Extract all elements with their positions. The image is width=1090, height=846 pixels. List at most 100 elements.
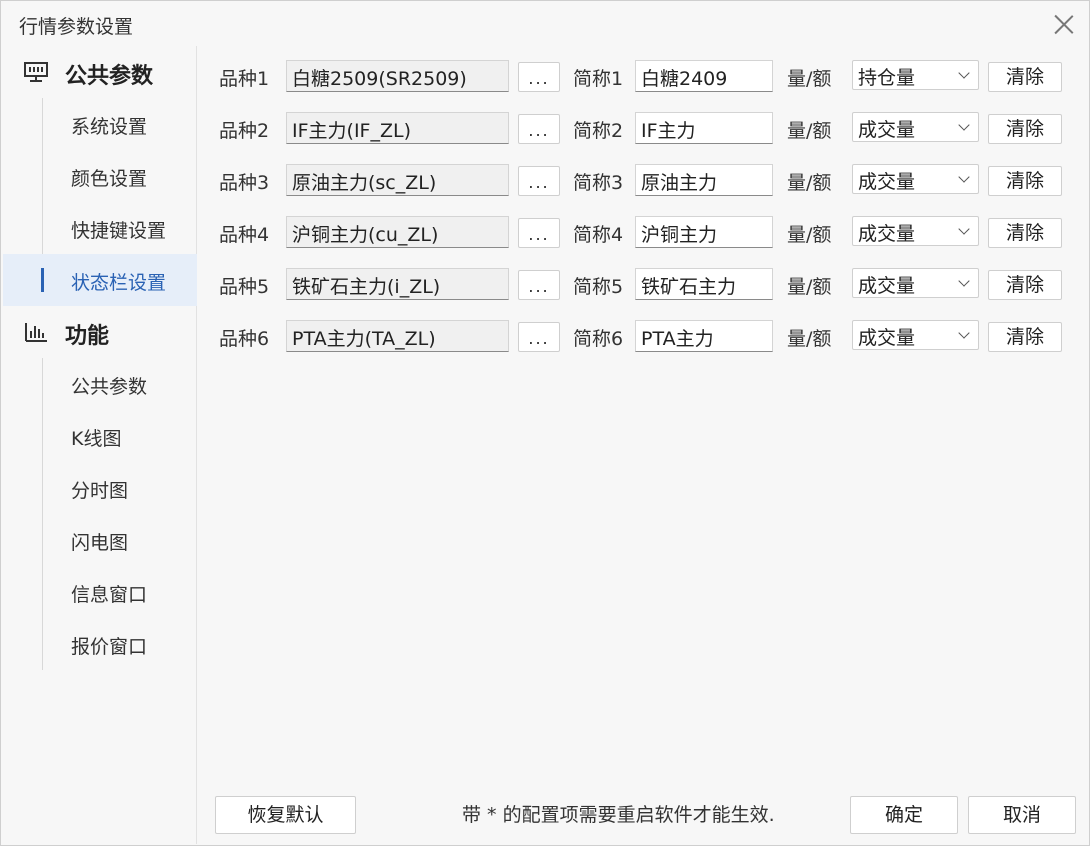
abbr-input[interactable]: 白糖2409	[635, 60, 773, 92]
variety-label: 品种3	[219, 172, 270, 194]
variety-field[interactable]: IF主力(IF_ZL)	[286, 112, 509, 144]
qty-select[interactable]: 成交量	[852, 320, 979, 350]
qty-select[interactable]: 成交量	[852, 164, 979, 194]
variety-row: 品种3 原油主力(sc_ZL)... 简称3 原油主力 量/额 成交量 清除	[198, 150, 1089, 202]
title-bar: 行情参数设置	[1, 1, 1089, 46]
browse-button[interactable]: ...	[518, 62, 560, 92]
abbr-label: 简称4	[573, 224, 624, 246]
clear-button[interactable]: 清除	[988, 166, 1062, 196]
qty-select[interactable]: 成交量	[852, 216, 979, 246]
sidebar: 公共参数 系统设置 颜色设置 快捷键设置 状态栏设置 功能 公共参数 K线图 分…	[3, 46, 197, 844]
abbr-input[interactable]: 铁矿石主力	[635, 268, 773, 300]
abbr-label: 简称5	[573, 276, 624, 298]
sidebar-item-quote-window[interactable]: 报价窗口	[3, 618, 197, 670]
restart-note: 带 * 的配置项需要重启软件才能生效.	[462, 804, 775, 826]
sidebar-item-func-public-params[interactable]: 公共参数	[3, 358, 197, 410]
qty-select[interactable]: 持仓量	[852, 60, 979, 90]
qty-select-value: 持仓量	[858, 67, 916, 89]
main-content: 品种1 白糖2509(SR2509)... 简称1 白糖2409 量/额 持仓量 清除 品种2…	[198, 46, 1089, 844]
qty-label: 量/额	[787, 172, 832, 194]
settings-dialog: 行情参数设置 公共参数 系统设置 颜色设置 快捷键设置 状态栏设置 功能 公共参…	[0, 0, 1090, 846]
sidebar-item-flash-chart[interactable]: 闪电图	[3, 514, 197, 566]
variety-field[interactable]: 原油主力(sc_ZL)	[286, 164, 509, 196]
sidebar-item-label: 快捷键设置	[71, 220, 167, 242]
sidebar-item-label: 系统设置	[71, 116, 148, 138]
sidebar-group-label: 功能	[65, 324, 110, 349]
browse-button[interactable]: ...	[518, 322, 560, 352]
bar-chart-icon	[25, 323, 47, 342]
variety-field[interactable]: 铁矿石主力(i_ZL)	[286, 268, 509, 300]
abbr-input[interactable]: 原油主力	[635, 164, 773, 196]
qty-select[interactable]: 成交量	[852, 268, 979, 298]
chevron-down-icon	[958, 275, 970, 287]
variety-label: 品种1	[219, 68, 270, 90]
sidebar-item-label: 报价窗口	[71, 636, 148, 658]
variety-row: 品种6 PTA主力(TA_ZL)... 简称6 PTA主力 量/额 成交量 清除	[198, 306, 1089, 358]
sidebar-item-label: 信息窗口	[71, 584, 148, 606]
qty-select-value: 成交量	[858, 171, 916, 193]
sidebar-item-label: 状态栏设置	[71, 272, 167, 294]
clear-button[interactable]: 清除	[988, 218, 1062, 248]
chevron-down-icon	[958, 223, 970, 235]
chevron-down-icon	[958, 119, 970, 131]
clear-button[interactable]: 清除	[988, 270, 1062, 300]
variety-label: 品种5	[219, 276, 270, 298]
sidebar-group-public-params[interactable]: 公共参数	[3, 46, 197, 98]
qty-label: 量/额	[787, 276, 832, 298]
abbr-label: 简称6	[573, 328, 624, 350]
sidebar-item-info-window[interactable]: 信息窗口	[3, 566, 197, 618]
close-icon[interactable]	[1053, 13, 1075, 35]
variety-row: 品种1 白糖2509(SR2509)... 简称1 白糖2409 量/额 持仓量 清除	[198, 46, 1089, 98]
abbr-label: 简称2	[573, 120, 624, 142]
qty-select-value: 成交量	[858, 327, 916, 349]
ok-button[interactable]: 确定	[850, 796, 958, 834]
abbr-label: 简称1	[573, 68, 624, 90]
sidebar-item-label: 公共参数	[71, 376, 148, 398]
variety-field[interactable]: 白糖2509(SR2509)	[286, 60, 509, 92]
qty-label: 量/额	[787, 120, 832, 142]
browse-button[interactable]: ...	[518, 270, 560, 300]
sidebar-item-label: 闪电图	[71, 532, 129, 554]
clear-button[interactable]: 清除	[988, 62, 1062, 92]
abbr-input[interactable]: IF主力	[635, 112, 773, 144]
sidebar-item-statusbar-settings[interactable]: 状态栏设置	[3, 254, 197, 306]
sidebar-item-system-settings[interactable]: 系统设置	[3, 98, 197, 150]
browse-button[interactable]: ...	[518, 218, 560, 248]
variety-field[interactable]: PTA主力(TA_ZL)	[286, 320, 509, 352]
variety-label: 品种4	[219, 224, 270, 246]
browse-button[interactable]: ...	[518, 114, 560, 144]
variety-row: 品种2 IF主力(IF_ZL)... 简称2 IF主力 量/额 成交量 清除	[198, 98, 1089, 150]
active-indicator	[41, 268, 44, 292]
qty-label: 量/额	[787, 68, 832, 90]
restore-defaults-button[interactable]: 恢复默认	[215, 796, 356, 834]
browse-button[interactable]: ...	[518, 166, 560, 196]
abbr-input[interactable]: 沪铜主力	[635, 216, 773, 248]
abbr-label: 简称3	[573, 172, 624, 194]
qty-select[interactable]: 成交量	[852, 112, 979, 142]
qty-select-value: 成交量	[858, 223, 916, 245]
sidebar-group-functions[interactable]: 功能	[3, 306, 197, 358]
variety-label: 品种2	[219, 120, 270, 142]
sidebar-item-shortcut-settings[interactable]: 快捷键设置	[3, 202, 197, 254]
variety-label: 品种6	[219, 328, 270, 350]
window-title: 行情参数设置	[19, 16, 134, 38]
sidebar-item-kline[interactable]: K线图	[3, 410, 197, 462]
chevron-down-icon	[958, 171, 970, 183]
sidebar-item-color-settings[interactable]: 颜色设置	[3, 150, 197, 202]
chevron-down-icon	[958, 67, 970, 79]
sidebar-item-label: K线图	[71, 428, 122, 450]
cancel-button[interactable]: 取消	[968, 796, 1076, 834]
qty-label: 量/额	[787, 224, 832, 246]
chevron-down-icon	[958, 327, 970, 339]
variety-field[interactable]: 沪铜主力(cu_ZL)	[286, 216, 509, 248]
sidebar-group-label: 公共参数	[65, 64, 154, 89]
sidebar-item-label: 分时图	[71, 480, 129, 502]
clear-button[interactable]: 清除	[988, 114, 1062, 144]
abbr-input[interactable]: PTA主力	[635, 320, 773, 352]
variety-row: 品种4 沪铜主力(cu_ZL)... 简称4 沪铜主力 量/额 成交量 清除	[198, 202, 1089, 254]
sidebar-item-timeshare[interactable]: 分时图	[3, 462, 197, 514]
qty-label: 量/额	[787, 328, 832, 350]
sidebar-item-label: 颜色设置	[71, 168, 148, 190]
monitor-icon	[24, 62, 48, 82]
clear-button[interactable]: 清除	[988, 322, 1062, 352]
